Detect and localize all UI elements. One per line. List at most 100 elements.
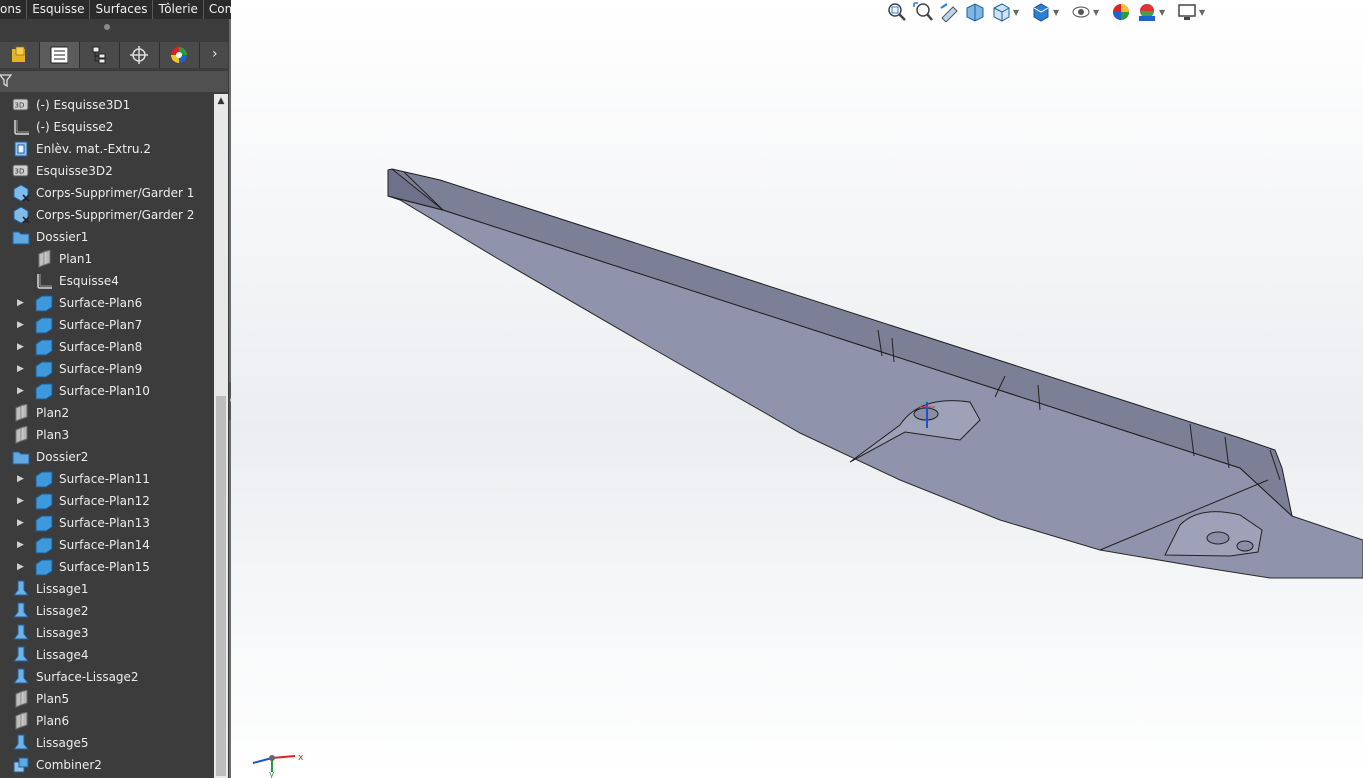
tree-item[interactable]: Plan2 bbox=[0, 402, 214, 424]
folder-icon bbox=[12, 451, 30, 465]
tree-item-label: Surface-Plan9 bbox=[59, 362, 143, 376]
tree-item[interactable]: Combiner2 bbox=[0, 754, 214, 776]
tree-item[interactable]: (-) Esquisse2 bbox=[0, 116, 214, 138]
apply-scene-button[interactable] bbox=[1137, 2, 1159, 24]
expand-arrow-icon[interactable]: ▶ bbox=[17, 517, 27, 529]
tree-item-label: (-) Esquisse2 bbox=[36, 120, 114, 134]
expand-arrow-icon[interactable]: ▶ bbox=[17, 341, 27, 353]
hide-show-items-icon bbox=[1072, 6, 1090, 18]
tree-item[interactable]: Plan3 bbox=[0, 424, 214, 446]
tree-item[interactable]: ▶ Surface-Plan13 bbox=[0, 512, 214, 534]
previous-view-button[interactable] bbox=[939, 2, 961, 24]
command-tab[interactable]: Esquisse bbox=[27, 0, 91, 19]
tree-item[interactable]: ▶ Surface-Plan12 bbox=[0, 490, 214, 512]
tree-item[interactable]: ▶ Surface-Plan6 bbox=[0, 292, 214, 314]
more-tabs-arrow[interactable]: › bbox=[212, 46, 218, 62]
tree-item[interactable]: ▶ Surface-Plan9 bbox=[0, 358, 214, 380]
view-orientation-button[interactable] bbox=[991, 2, 1013, 24]
filter-icon[interactable] bbox=[0, 74, 12, 88]
panel-grip[interactable] bbox=[104, 24, 110, 30]
zoom-to-area-button[interactable] bbox=[913, 2, 935, 24]
chevron-down-icon[interactable]: ▼ bbox=[1053, 8, 1059, 17]
expand-arrow-icon[interactable]: ▶ bbox=[17, 539, 27, 551]
tree-item-label: Esquisse3D2 bbox=[36, 164, 113, 178]
tree-item[interactable]: ▶ Surface-Plan11 bbox=[0, 468, 214, 490]
panel-tab-configuration-manager[interactable] bbox=[80, 42, 120, 68]
loft-icon bbox=[12, 734, 30, 750]
chevron-down-icon[interactable]: ▼ bbox=[1159, 8, 1165, 17]
chevron-down-icon[interactable]: ▼ bbox=[1199, 8, 1205, 17]
section-view-button[interactable] bbox=[965, 2, 987, 24]
tree-item[interactable]: Lissage5 bbox=[0, 732, 214, 754]
filter-bar[interactable] bbox=[0, 71, 228, 92]
edit-appearance-icon bbox=[1113, 4, 1129, 20]
expand-arrow-icon[interactable]: ▶ bbox=[17, 319, 27, 331]
view-settings-icon bbox=[1178, 4, 1196, 20]
panel-tab-display-manager[interactable] bbox=[160, 42, 200, 68]
display-style-button[interactable] bbox=[1031, 2, 1053, 24]
command-tab[interactable]: Tôlerie bbox=[153, 0, 204, 19]
body-delete-keep-icon bbox=[13, 206, 30, 224]
planar-surface-icon bbox=[35, 515, 53, 532]
tree-item[interactable]: Enlèv. mat.-Extru.2 bbox=[0, 138, 214, 160]
panel-tab-feature-manager[interactable] bbox=[0, 42, 40, 68]
expand-arrow-icon[interactable]: ▶ bbox=[17, 473, 27, 485]
tree-item[interactable]: Dossier1 bbox=[0, 226, 214, 248]
tree-item[interactable]: Plan1 bbox=[0, 248, 214, 270]
tree-item[interactable]: ▶ Surface-Plan14 bbox=[0, 534, 214, 556]
scroll-up-arrow[interactable]: ▲ bbox=[214, 94, 228, 108]
view-orientation-icon bbox=[993, 3, 1010, 22]
tree-item[interactable]: Plan6 bbox=[0, 710, 214, 732]
planar-surface-icon bbox=[35, 537, 53, 554]
tree-item[interactable]: ▶ Surface-Plan10 bbox=[0, 380, 214, 402]
tree-item-label: Surface-Plan8 bbox=[59, 340, 143, 354]
tree-item[interactable]: Plan5 bbox=[0, 688, 214, 710]
tree-item-label: Lissage3 bbox=[36, 626, 89, 640]
tree-item[interactable]: Lissage4 bbox=[0, 644, 214, 666]
tree-item[interactable]: Esquisse4 bbox=[0, 270, 214, 292]
panel-tab-property-manager[interactable] bbox=[40, 42, 80, 68]
model-part[interactable] bbox=[231, 0, 1363, 778]
expand-arrow-icon[interactable]: ▶ bbox=[17, 385, 27, 397]
folder-icon bbox=[12, 231, 30, 245]
sketch-icon bbox=[37, 274, 52, 289]
expand-arrow-icon[interactable]: ▶ bbox=[17, 561, 27, 573]
tree-item[interactable]: Lissage1 bbox=[0, 578, 214, 600]
graphics-area[interactable]: ▼ ▼ ▼ ▼ ▼ x y bbox=[231, 0, 1363, 778]
edit-appearance-button[interactable] bbox=[1111, 2, 1133, 24]
tree-item[interactable]: 3D Esquisse3D2 bbox=[0, 160, 214, 182]
hide-show-items-button[interactable] bbox=[1071, 2, 1093, 24]
expand-arrow-icon[interactable]: ▶ bbox=[17, 363, 27, 375]
tree-item[interactable]: Corps-Supprimer/Garder 2 bbox=[0, 204, 214, 226]
tree-item[interactable]: 3D (-) Esquisse3D1 bbox=[0, 94, 214, 116]
zoom-to-fit-icon bbox=[888, 3, 906, 21]
panel-tab-dimxpert-manager[interactable] bbox=[120, 42, 160, 68]
tree-item[interactable]: Lissage2 bbox=[0, 600, 214, 622]
plane-icon bbox=[15, 426, 28, 444]
expand-arrow-icon[interactable]: ▶ bbox=[17, 495, 27, 507]
command-tab[interactable]: ons bbox=[0, 0, 28, 19]
scroll-thumb[interactable] bbox=[216, 396, 226, 776]
body-delete-keep-icon bbox=[13, 184, 30, 202]
expand-arrow-icon[interactable]: ▶ bbox=[17, 297, 27, 309]
tree-item[interactable]: Dossier2 bbox=[0, 446, 214, 468]
tree-item[interactable]: Corps-Supprimer/Garder 1 bbox=[0, 182, 214, 204]
tree-item-label: Dossier2 bbox=[36, 450, 89, 464]
tree-item-label: Surface-Plan13 bbox=[59, 516, 150, 530]
chevron-down-icon[interactable]: ▼ bbox=[1013, 8, 1019, 17]
tree-item-label: (-) Esquisse3D1 bbox=[36, 98, 131, 112]
zoom-to-fit-button[interactable] bbox=[887, 2, 909, 24]
tree-item-label: Lissage4 bbox=[36, 648, 89, 662]
tree-item[interactable]: ▶ Surface-Plan8 bbox=[0, 336, 214, 358]
tree-item[interactable]: ▶ Surface-Plan7 bbox=[0, 314, 214, 336]
view-settings-button[interactable] bbox=[1177, 2, 1199, 24]
apply-scene-icon bbox=[1139, 4, 1155, 21]
tree-item[interactable]: Lissage3 bbox=[0, 622, 214, 644]
tree-item-label: Lissage2 bbox=[36, 604, 89, 618]
tree-item[interactable]: Surface-Lissage2 bbox=[0, 666, 214, 688]
tree-scrollbar[interactable]: ▲ bbox=[214, 94, 228, 778]
tree-item-label: Surface-Plan10 bbox=[59, 384, 150, 398]
chevron-down-icon[interactable]: ▼ bbox=[1093, 8, 1099, 17]
tree-item[interactable]: ▶ Surface-Plan15 bbox=[0, 556, 214, 578]
command-tab[interactable]: Surfaces bbox=[90, 0, 154, 19]
